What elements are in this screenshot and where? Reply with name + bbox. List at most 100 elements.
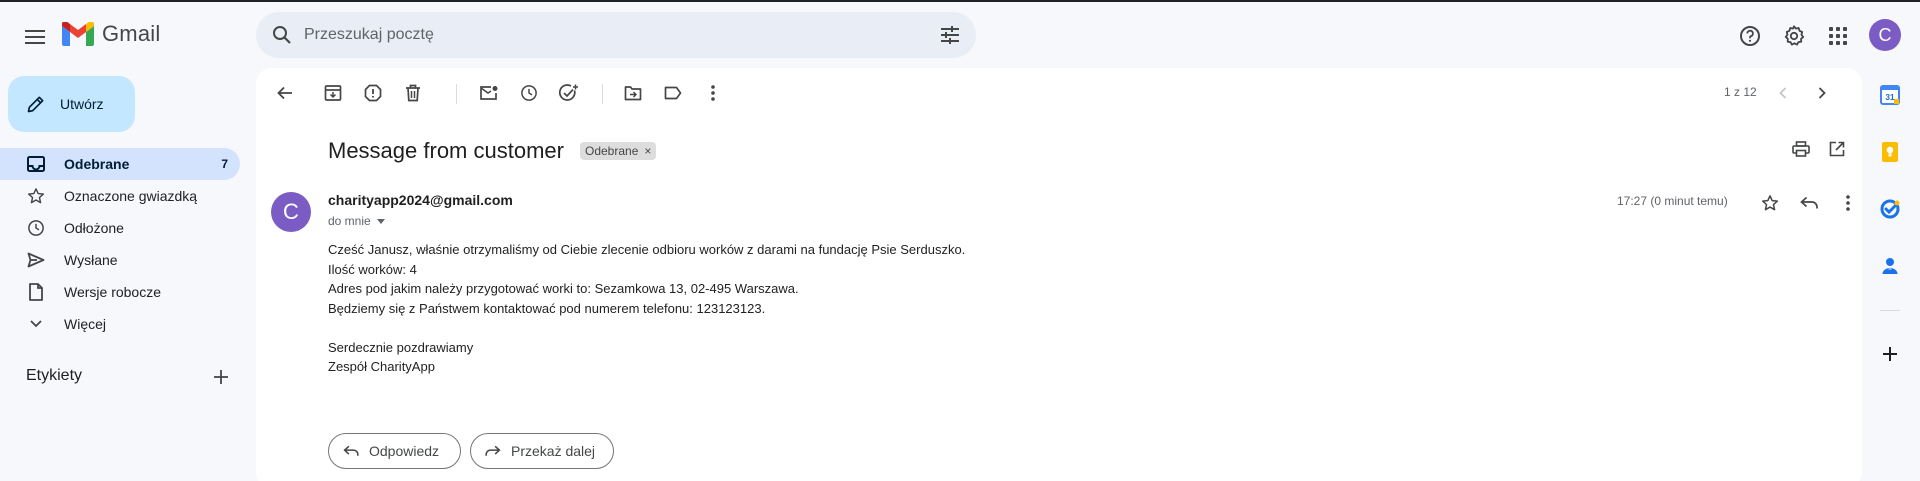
- body-line: Będziemy się z Państwem kontaktować pod …: [328, 300, 766, 316]
- add-icon: [211, 367, 231, 387]
- reply-label: Odpowiedz: [369, 443, 440, 459]
- gmail-m-icon: [62, 22, 94, 46]
- toolbar-divider: [602, 84, 603, 104]
- recipient-details[interactable]: do mnie: [328, 214, 385, 228]
- labels-button[interactable]: [660, 80, 686, 106]
- back-button[interactable]: [272, 80, 298, 106]
- chevron-left-icon: [1779, 87, 1787, 99]
- move-to-folder-icon: [624, 85, 642, 101]
- trash-icon: [405, 84, 421, 102]
- snooze-button[interactable]: [516, 80, 542, 106]
- older-button[interactable]: [1809, 80, 1835, 106]
- pencil-icon: [26, 94, 46, 114]
- sidebar-item-more[interactable]: Więcej: [0, 308, 240, 340]
- message-time: 17:27 (0 minut temu): [1617, 194, 1728, 208]
- recipient-text: do mnie: [328, 214, 371, 228]
- more-actions-button[interactable]: [700, 80, 726, 106]
- sidebar-item-label: Odebrane: [64, 156, 130, 172]
- account-avatar[interactable]: C: [1869, 19, 1901, 51]
- message-more-button[interactable]: [1835, 190, 1861, 216]
- search-input[interactable]: [304, 26, 904, 44]
- archive-button[interactable]: [320, 80, 346, 106]
- add-to-tasks-button[interactable]: [556, 80, 582, 106]
- create-label-button[interactable]: [211, 367, 231, 387]
- calendar-icon[interactable]: 31: [1878, 83, 1902, 107]
- reply-icon: [1800, 196, 1818, 210]
- star-button[interactable]: [1757, 190, 1783, 216]
- reply-icon: [343, 445, 359, 457]
- pagination-text: 1 z 12: [1724, 85, 1757, 99]
- star-icon: [1761, 194, 1779, 212]
- label-chip: Odebrane ×: [580, 142, 657, 160]
- newer-button[interactable]: [1770, 80, 1796, 106]
- body-line: Zespół CharityApp: [328, 359, 435, 374]
- print-icon: [1792, 141, 1810, 157]
- help-button[interactable]: [1730, 16, 1770, 56]
- main-menu-button[interactable]: [20, 22, 50, 52]
- sidebar-item-starred[interactable]: Oznaczone gwiazdką: [0, 180, 240, 212]
- move-to-button[interactable]: [620, 80, 646, 106]
- forward-button[interactable]: Przekaż dalej: [470, 433, 614, 469]
- inbox-icon: [26, 154, 46, 174]
- draft-icon: [26, 282, 46, 302]
- report-spam-button[interactable]: [360, 80, 386, 106]
- compose-button[interactable]: Utwórz: [8, 76, 135, 132]
- sidebar-item-snoozed[interactable]: Odłożone: [0, 212, 240, 244]
- compose-label: Utwórz: [60, 96, 104, 112]
- add-icon: [1878, 342, 1902, 366]
- label-chip-text: Odebrane: [585, 144, 639, 158]
- search-bar[interactable]: [256, 12, 976, 58]
- caret-down-icon: [376, 218, 385, 224]
- sender-avatar[interactable]: C: [271, 192, 311, 232]
- sidebar-item-label: Odłożone: [64, 220, 124, 236]
- rail-divider: [1880, 310, 1900, 311]
- remove-label-button[interactable]: ×: [644, 144, 651, 158]
- tune-icon[interactable]: [938, 23, 962, 47]
- reply-button[interactable]: Odpowiedz: [328, 433, 461, 469]
- body-line: Ilość worków: 4: [328, 261, 417, 277]
- more-vert-icon: [1846, 195, 1850, 211]
- sidebar-item-label: Wersje robocze: [64, 284, 162, 300]
- chevron-right-icon: [1818, 87, 1826, 99]
- message-body: Cześć Janusz, właśnie otrzymaliśmy od Ci…: [328, 240, 965, 377]
- report-icon: [364, 84, 382, 102]
- keep-icon[interactable]: [1878, 140, 1902, 164]
- star-icon: [26, 186, 46, 206]
- contacts-icon[interactable]: [1878, 254, 1902, 278]
- settings-icon: [1783, 25, 1805, 47]
- sidebar-item-drafts[interactable]: Wersje robocze: [0, 276, 240, 308]
- help-icon: [1739, 25, 1761, 47]
- sidebar-item-inbox[interactable]: Odebrane 7: [0, 148, 240, 180]
- tasks-icon[interactable]: [1878, 197, 1902, 221]
- calendar-day: 31: [1886, 93, 1895, 102]
- archive-icon: [324, 84, 342, 102]
- unread-count: 7: [221, 157, 228, 171]
- message-panel: 1 z 12 Message from customer Odebrane × …: [256, 68, 1862, 481]
- message-subject: Message from customer: [328, 138, 564, 163]
- gmail-wordmark: Gmail: [102, 21, 161, 46]
- settings-button[interactable]: [1774, 16, 1814, 56]
- sender-email[interactable]: charityapp2024@gmail.com: [328, 192, 513, 208]
- forward-label: Przekaż dalej: [511, 443, 596, 459]
- forward-icon: [485, 445, 501, 457]
- sidebar-nav: Odebrane 7 Oznaczone gwiazdką Odłożone W…: [0, 148, 240, 340]
- body-line: Adres pod jakim należy przygotować worki…: [328, 281, 799, 296]
- reply-icon-button[interactable]: [1796, 190, 1822, 216]
- get-addons-button[interactable]: [1878, 342, 1902, 366]
- sidebar-item-sent[interactable]: Wysłane: [0, 244, 240, 276]
- delete-button[interactable]: [400, 80, 426, 106]
- apps-button[interactable]: [1818, 16, 1858, 56]
- send-icon: [26, 250, 46, 270]
- arrow-back-icon: [277, 86, 293, 100]
- clock-icon: [26, 218, 46, 238]
- more-vert-icon: [711, 85, 715, 101]
- gmail-logo[interactable]: Gmail: [62, 21, 160, 47]
- print-button[interactable]: [1788, 136, 1814, 162]
- open-new-window-button[interactable]: [1824, 136, 1850, 162]
- sidebar-item-label: Oznaczone gwiazdką: [64, 188, 198, 204]
- add-task-icon: [559, 84, 579, 102]
- body-line: [328, 318, 965, 338]
- toolbar-divider: [456, 84, 457, 104]
- mark-unread-button[interactable]: [476, 80, 502, 106]
- search-icon[interactable]: [270, 23, 294, 47]
